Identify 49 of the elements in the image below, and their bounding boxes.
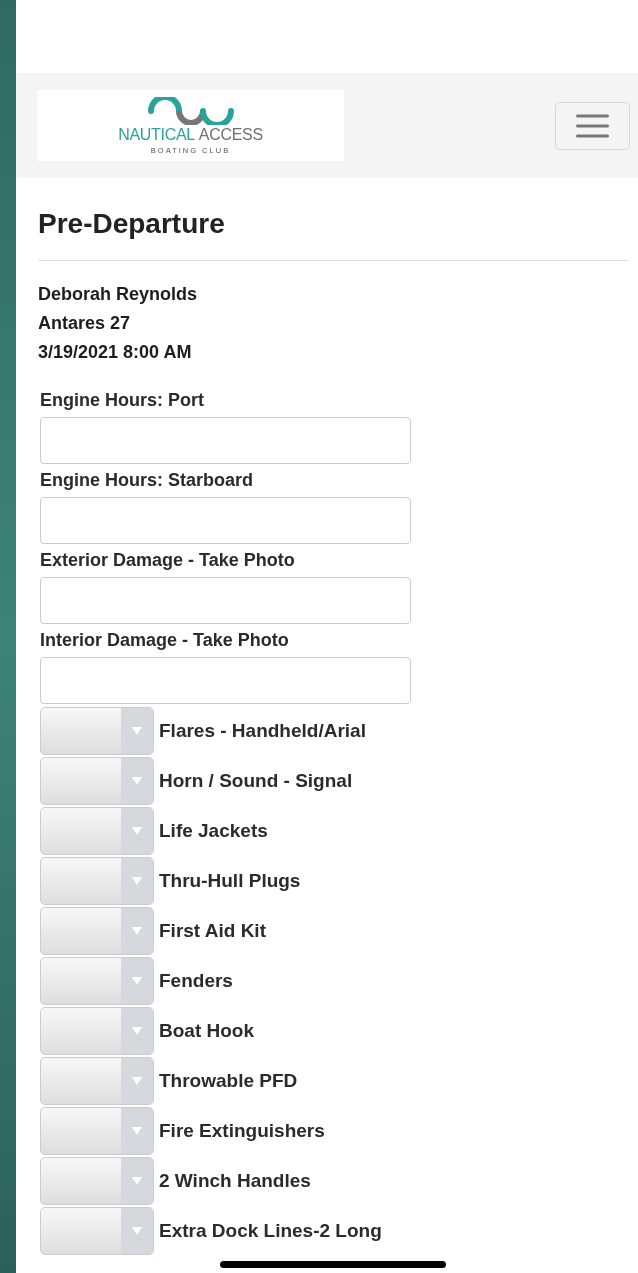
- caret-icon: [132, 1027, 142, 1035]
- checklist-label: Thru-Hull Plugs: [159, 870, 301, 892]
- dropdown[interactable]: [40, 1057, 154, 1105]
- caret-icon: [132, 727, 142, 735]
- dropdown[interactable]: [40, 807, 154, 855]
- dropdown[interactable]: [40, 957, 154, 1005]
- dropdown[interactable]: [40, 1107, 154, 1155]
- page-title: Pre-Departure: [38, 208, 629, 261]
- field-label: Exterior Damage - Take Photo: [40, 549, 296, 571]
- caret-icon: [132, 877, 142, 885]
- input-field[interactable]: [40, 577, 411, 624]
- checklist-label: First Aid Kit: [159, 920, 266, 942]
- field-label: Engine Hours: Port: [40, 389, 205, 411]
- caret-icon: [132, 1127, 142, 1135]
- caret-icon: [132, 1177, 142, 1185]
- dropdown[interactable]: [40, 857, 154, 905]
- checklist-label: 2 Winch Handles: [159, 1170, 311, 1192]
- checklist-label: Fire Extinguishers: [159, 1120, 325, 1142]
- menu-icon: [576, 113, 609, 138]
- dropdown[interactable]: [40, 707, 154, 755]
- menu-button[interactable]: [555, 101, 630, 150]
- checklist-label: Flares - Handheld/Arial: [159, 720, 366, 742]
- caret-icon: [132, 927, 142, 935]
- field-label: Engine Hours: Starboard: [40, 469, 255, 491]
- dropdown[interactable]: [40, 907, 154, 955]
- checklist-label: Horn / Sound - Signal: [159, 770, 353, 792]
- checklist-label: Life Jackets: [159, 820, 268, 842]
- caret-icon: [132, 827, 142, 835]
- input-field[interactable]: [40, 657, 411, 704]
- checklist-label: Fenders: [159, 970, 233, 992]
- booking-detail: Deborah Reynolds: [38, 283, 199, 306]
- caret-icon: [132, 1077, 142, 1085]
- logo-text: NAUTICAL: [118, 126, 195, 143]
- checklist-label: Boat Hook: [159, 1020, 254, 1042]
- caret-icon: [132, 777, 142, 785]
- logo-text: ACCESS: [198, 126, 263, 143]
- dropdown[interactable]: [40, 1207, 154, 1255]
- booking-detail: Antares 27: [38, 312, 132, 335]
- dropdown[interactable]: [40, 1157, 154, 1205]
- caret-icon: [132, 1227, 142, 1235]
- input-field[interactable]: [40, 497, 411, 544]
- checklist-label: Extra Dock Lines-2 Long: [159, 1220, 382, 1242]
- booking-detail: 3/19/2021 8:00 AM: [38, 341, 193, 364]
- input-field[interactable]: [40, 417, 411, 464]
- dropdown[interactable]: [40, 757, 154, 805]
- dropdown[interactable]: [40, 1007, 154, 1055]
- field-label: Interior Damage - Take Photo: [40, 629, 290, 651]
- caret-icon: [132, 977, 142, 985]
- checklist-label: Throwable PFD: [159, 1070, 298, 1092]
